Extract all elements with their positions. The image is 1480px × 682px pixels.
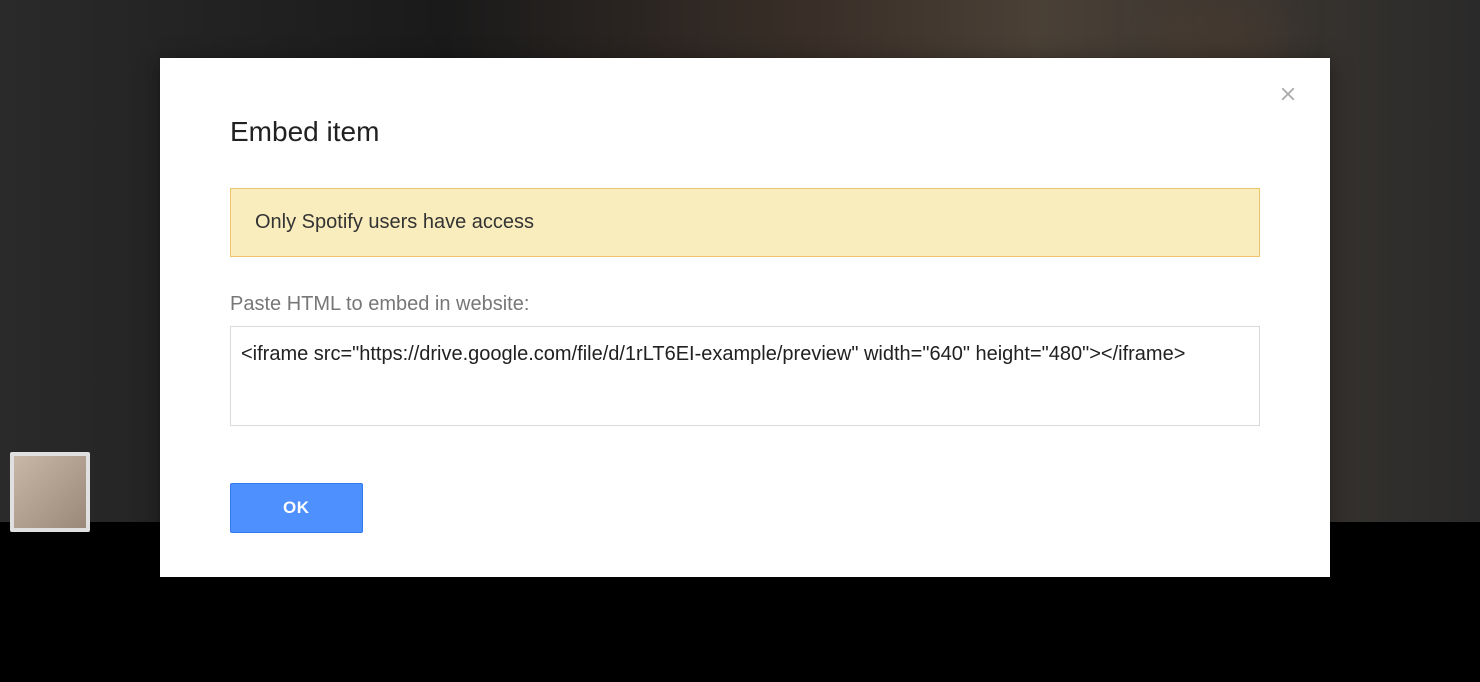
dialog-title: Embed item xyxy=(230,116,1260,148)
embed-field-label: Paste HTML to embed in website: xyxy=(230,293,1260,316)
access-warning-banner: Only Spotify users have access xyxy=(230,188,1260,257)
embed-code-textarea[interactable] xyxy=(230,326,1260,426)
close-icon xyxy=(1277,83,1299,110)
close-button[interactable] xyxy=(1274,82,1302,110)
background-photo-frame xyxy=(10,452,90,532)
embed-item-dialog: Embed item Only Spotify users have acces… xyxy=(160,58,1330,577)
warning-text: Only Spotify users have access xyxy=(255,211,534,233)
ok-button[interactable]: OK xyxy=(230,483,363,533)
